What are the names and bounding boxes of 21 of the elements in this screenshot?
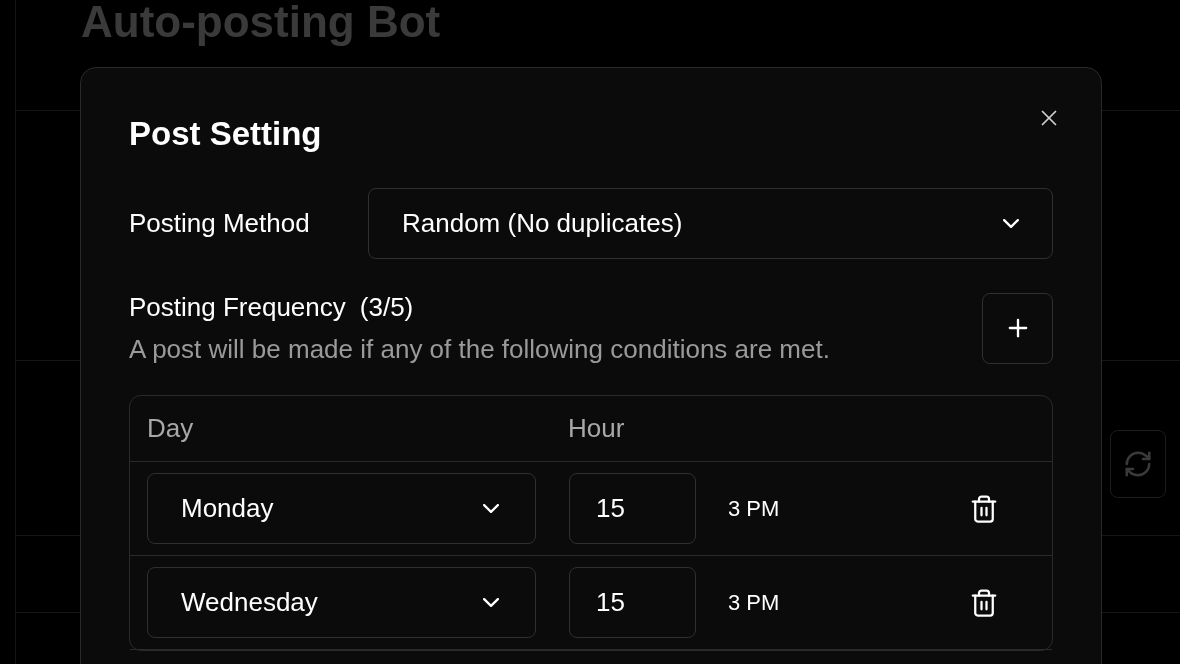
- time-label: 3 PM: [728, 589, 781, 617]
- trash-icon: [969, 587, 999, 618]
- page-title: Auto-posting Bot: [81, 0, 441, 48]
- dialog-title: Post Setting: [129, 114, 323, 154]
- day-select[interactable]: Monday: [147, 473, 536, 544]
- column-header: Day: [147, 412, 195, 445]
- refresh-icon: [1123, 449, 1153, 479]
- hour-field[interactable]: 15: [569, 473, 696, 544]
- trash-icon: [969, 493, 999, 524]
- chevron-down-icon: [483, 598, 499, 607]
- time-label: 3 PM: [728, 495, 781, 523]
- column-header: Hour: [568, 412, 625, 445]
- chevron-down-icon: [1003, 219, 1019, 228]
- hour-field[interactable]: 15: [569, 567, 696, 638]
- day-select[interactable]: Wednesday: [147, 567, 536, 638]
- posting-method-select[interactable]: Random (No duplicates): [368, 188, 1053, 259]
- frequency-count: (3/5): [359, 291, 414, 323]
- posting-frequency-label: Posting Frequency: [129, 291, 346, 323]
- frequency-description: A post will be made if any of the following conditions are met.: [129, 333, 830, 365]
- posting-method-label: Posting Method: [129, 207, 311, 240]
- chevron-down-icon: [483, 504, 499, 513]
